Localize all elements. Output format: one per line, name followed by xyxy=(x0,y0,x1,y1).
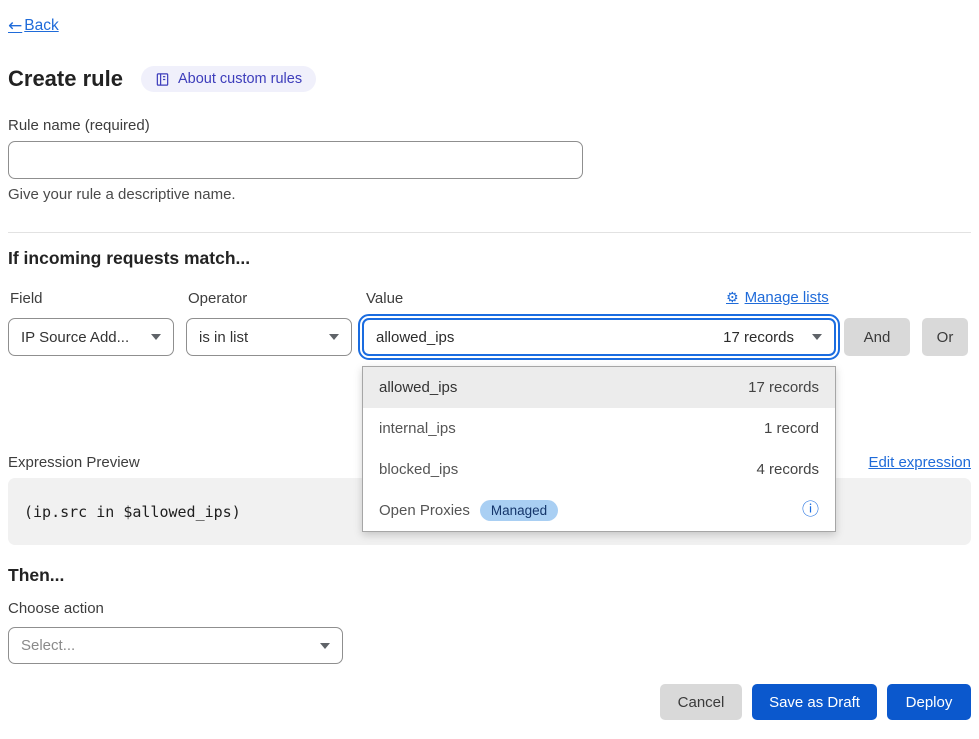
back-label: Back xyxy=(24,17,58,35)
option-name: allowed_ips xyxy=(379,379,457,396)
operator-label: Operator xyxy=(188,290,247,307)
rule-name-label: Rule name (required) xyxy=(8,117,150,134)
option-record-count: 17 records xyxy=(748,379,819,396)
option-name: blocked_ips xyxy=(379,461,458,478)
info-icon[interactable]: ⓘ xyxy=(802,502,819,519)
cancel-button[interactable]: Cancel xyxy=(660,684,742,720)
title-row: Create rule About custom rules xyxy=(8,66,316,92)
section-divider xyxy=(8,232,971,233)
dropdown-option-blocked-ips[interactable]: blocked_ips 4 records xyxy=(363,449,835,490)
match-section-heading: If incoming requests match... xyxy=(8,248,250,269)
deploy-button[interactable]: Deploy xyxy=(887,684,971,720)
action-select-placeholder: Select... xyxy=(21,637,75,654)
option-record-count: 4 records xyxy=(756,461,819,478)
chevron-down-icon xyxy=(329,334,339,340)
operator-select[interactable]: is in list xyxy=(186,318,352,356)
choose-action-label: Choose action xyxy=(8,600,104,617)
value-select-selected: allowed_ips xyxy=(376,329,723,346)
action-select[interactable]: Select... xyxy=(8,627,343,664)
or-button[interactable]: Or xyxy=(922,318,968,356)
then-section-heading: Then... xyxy=(8,565,64,586)
operator-select-value: is in list xyxy=(199,329,248,346)
value-select-focus-ring: allowed_ips 17 records xyxy=(358,314,840,360)
value-select[interactable]: allowed_ips 17 records xyxy=(362,318,836,356)
and-button[interactable]: And xyxy=(844,318,910,356)
rule-name-input[interactable] xyxy=(8,141,583,179)
manage-lists-label: Manage lists xyxy=(745,289,829,306)
field-select[interactable]: IP Source Add... xyxy=(8,318,174,356)
about-custom-rules-link[interactable]: About custom rules xyxy=(141,66,316,92)
field-label: Field xyxy=(10,290,43,307)
managed-badge: Managed xyxy=(480,500,558,521)
save-as-draft-button[interactable]: Save as Draft xyxy=(752,684,877,720)
back-link[interactable]: ←Back xyxy=(8,16,59,36)
chevron-down-icon xyxy=(812,334,822,340)
dropdown-option-internal-ips[interactable]: internal_ips 1 record xyxy=(363,408,835,449)
value-select-record-count: 17 records xyxy=(723,329,794,346)
back-arrow-icon: ← xyxy=(8,16,22,36)
option-record-count: 1 record xyxy=(764,420,819,437)
rule-name-helper-text: Give your rule a descriptive name. xyxy=(8,186,236,203)
value-label: Value xyxy=(366,290,403,307)
page-title: Create rule xyxy=(8,66,123,92)
dropdown-option-open-proxies[interactable]: Open Proxies Managed ⓘ xyxy=(363,490,835,531)
chevron-down-icon xyxy=(320,643,330,649)
expression-preview-label: Expression Preview xyxy=(8,454,140,471)
book-icon xyxy=(155,72,170,87)
about-badge-label: About custom rules xyxy=(178,71,302,87)
option-name: internal_ips xyxy=(379,420,456,437)
edit-expression-link[interactable]: Edit expression xyxy=(868,454,971,471)
create-rule-page: ←Back Create rule About custom rules Rul… xyxy=(0,0,979,739)
gear-icon: ⚙ xyxy=(726,290,739,306)
field-select-value: IP Source Add... xyxy=(21,329,129,346)
expression-code: (ip.src in $allowed_ips) xyxy=(24,503,241,521)
dropdown-option-allowed-ips[interactable]: allowed_ips 17 records xyxy=(363,367,835,408)
manage-lists-link[interactable]: ⚙ Manage lists xyxy=(726,289,829,306)
chevron-down-icon xyxy=(151,334,161,340)
value-dropdown-menu: allowed_ips 17 records internal_ips 1 re… xyxy=(362,366,836,532)
option-name: Open Proxies xyxy=(379,502,470,519)
